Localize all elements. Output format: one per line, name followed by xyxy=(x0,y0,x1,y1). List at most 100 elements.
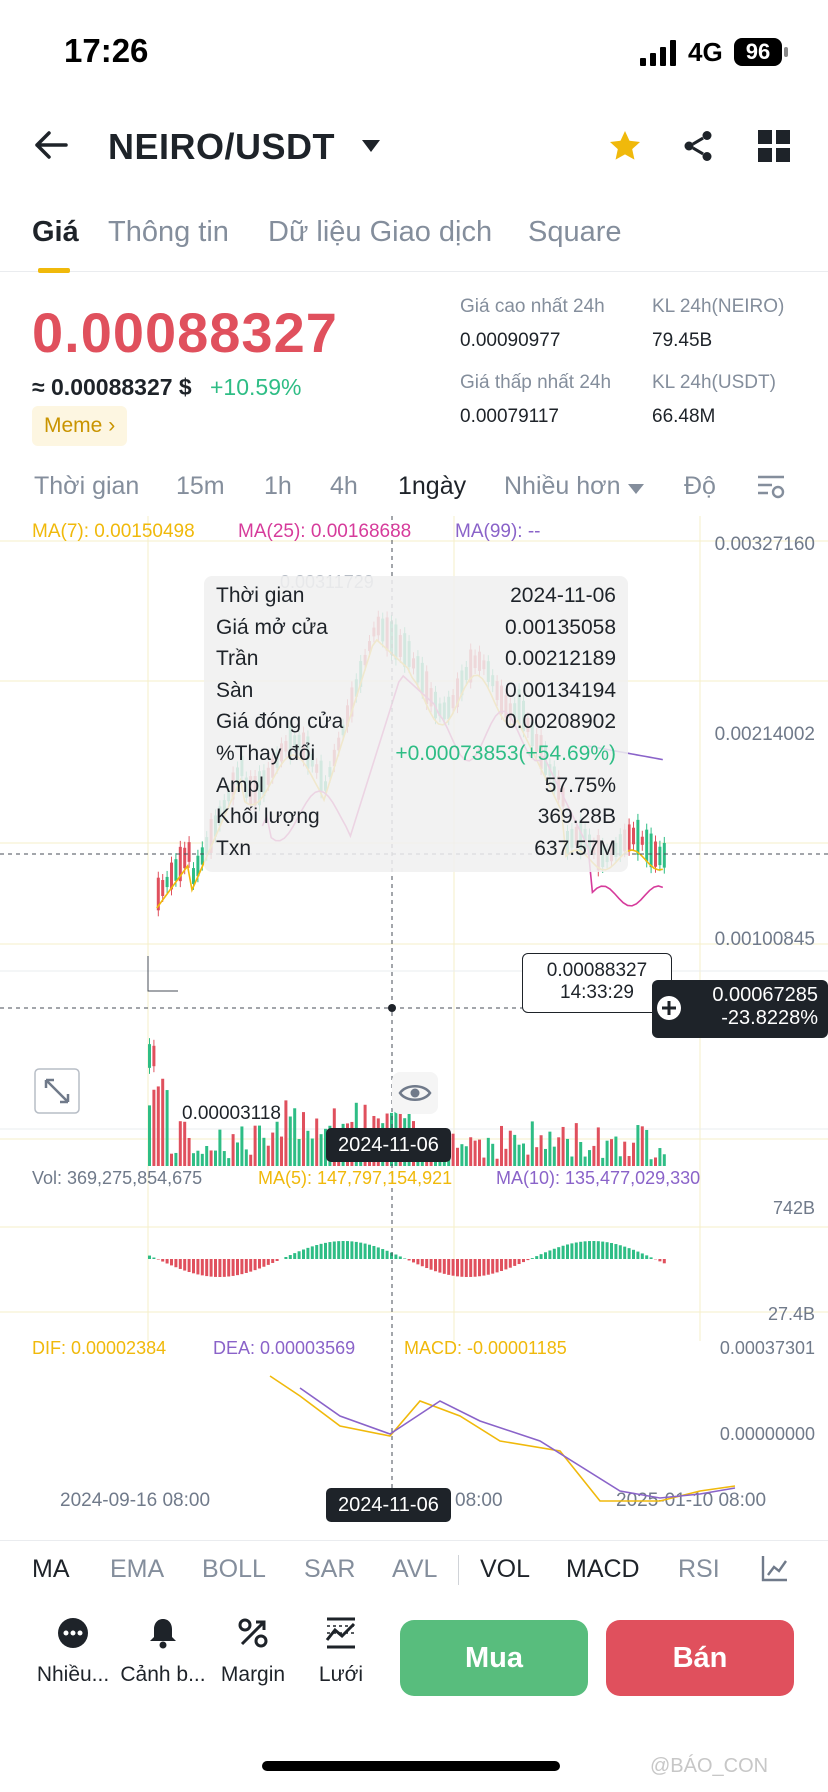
volume-bar xyxy=(486,1137,490,1166)
macd-bar xyxy=(592,1241,596,1259)
chevron-right-icon: › xyxy=(108,414,116,437)
ind-ema[interactable]: EMA xyxy=(110,1555,164,1584)
home-indicator[interactable] xyxy=(262,1761,560,1771)
margin-action[interactable]: Margin xyxy=(208,1616,298,1687)
buy-button[interactable]: Mua xyxy=(400,1620,588,1696)
candle-body xyxy=(645,829,649,862)
tf-more[interactable]: Nhiều hơn xyxy=(504,472,620,501)
macd-bar xyxy=(381,1249,385,1259)
volume-bar xyxy=(535,1147,539,1166)
volume-bar xyxy=(178,1121,182,1166)
tooltip-key: Sàn xyxy=(216,678,254,702)
macd-bar xyxy=(636,1251,640,1259)
tf-4h[interactable]: 4h xyxy=(330,472,358,501)
back-arrow-icon[interactable] xyxy=(34,130,68,160)
tf-1d[interactable]: 1ngày xyxy=(398,472,466,501)
crosshair-date-bottom: 2024-11-06 xyxy=(326,1488,451,1522)
volume-bar xyxy=(623,1141,627,1166)
volume-bar xyxy=(645,1129,649,1166)
volume-bar xyxy=(548,1131,552,1166)
ind-vol[interactable]: VOL xyxy=(480,1555,530,1584)
volume-bar xyxy=(187,1137,191,1166)
expand-icon[interactable] xyxy=(34,1068,80,1114)
caret-down-icon xyxy=(628,484,644,494)
tab-info[interactable]: Thông tin xyxy=(108,216,229,249)
macd-bar xyxy=(614,1244,618,1259)
tf-1h[interactable]: 1h xyxy=(264,472,292,501)
macd-bar xyxy=(539,1254,543,1259)
grid-action[interactable]: Lưới xyxy=(296,1616,386,1687)
volume-bar xyxy=(526,1154,530,1166)
tooltip-value: +0.00073853(+54.69%) xyxy=(395,742,616,765)
ind-boll[interactable]: BOLL xyxy=(202,1555,266,1584)
tf-15m[interactable]: 15m xyxy=(176,472,225,501)
volume-bar xyxy=(610,1139,613,1166)
ind-avl[interactable]: AVL xyxy=(392,1555,437,1584)
volume-bar xyxy=(504,1148,508,1166)
volume-bar xyxy=(266,1145,270,1166)
volume-bar xyxy=(288,1116,292,1166)
ind-macd[interactable]: MACD xyxy=(566,1555,640,1584)
indicator-divider xyxy=(458,1555,459,1585)
tab-price[interactable]: Giá xyxy=(32,216,79,249)
indicator-settings-icon[interactable] xyxy=(760,1553,790,1583)
meme-tag[interactable]: Meme › xyxy=(32,406,128,446)
pair-title[interactable]: NEIRO/USDT xyxy=(108,126,335,168)
macd-bar xyxy=(649,1257,653,1259)
vol-ma5-label: MA(5): 147,797,154,921 xyxy=(258,1168,452,1188)
chart-settings-icon[interactable] xyxy=(756,472,786,502)
macd-bar xyxy=(161,1259,165,1262)
volume-bar xyxy=(293,1108,297,1166)
candle-body xyxy=(636,819,640,855)
macd-bar xyxy=(319,1243,323,1259)
macd-bar xyxy=(174,1259,178,1268)
macd-bar xyxy=(500,1259,503,1271)
ind-ma[interactable]: MA xyxy=(32,1555,70,1584)
dif-label: DIF: 0.00002384 xyxy=(32,1338,166,1358)
more-action[interactable]: Nhiều... xyxy=(28,1616,118,1687)
tab-square[interactable]: Square xyxy=(528,216,622,249)
macd-bar xyxy=(359,1242,363,1259)
macd-bar xyxy=(350,1241,354,1259)
macd-bar xyxy=(640,1253,644,1259)
volume-bar xyxy=(530,1121,534,1166)
volume-bar xyxy=(209,1150,213,1166)
macd-bar xyxy=(486,1259,490,1275)
last-price-tag-value: 0.00088327 xyxy=(546,960,648,981)
axis-low-label: 0.00100845 xyxy=(715,929,815,950)
macd-bar xyxy=(354,1241,358,1259)
volume-bar xyxy=(460,1144,464,1166)
tooltip-row: Giá mở cửa 0.00135058 xyxy=(216,616,616,647)
tooltip-value: 2024-11-06 xyxy=(510,584,616,607)
alert-action[interactable]: Cảnh b... xyxy=(118,1616,208,1687)
macd-bar xyxy=(456,1259,459,1277)
macd-bar xyxy=(473,1259,477,1277)
tf-depth[interactable]: Độ xyxy=(684,472,716,501)
volume-bar xyxy=(654,1157,657,1166)
volume-bar xyxy=(280,1136,283,1166)
ind-sar[interactable]: SAR xyxy=(304,1555,355,1584)
candle-body xyxy=(192,868,195,884)
macd-bar xyxy=(183,1259,187,1271)
eye-icon[interactable] xyxy=(392,1072,438,1114)
sell-button[interactable]: Bán xyxy=(606,1620,794,1696)
volume-bar xyxy=(508,1130,512,1166)
axis-top-label: 0.00327160 xyxy=(715,534,815,555)
candle-body xyxy=(152,1045,156,1067)
candle-body xyxy=(183,847,187,869)
date-left: 2024-09-16 08:00 xyxy=(60,1490,210,1511)
tf-time[interactable]: Thời gian xyxy=(34,472,139,501)
plus-circle-icon[interactable] xyxy=(654,993,684,1023)
volume-bar xyxy=(566,1138,569,1166)
ind-rsi[interactable]: RSI xyxy=(678,1555,720,1584)
last-price-tag[interactable]: 0.00088327 14:33:29 xyxy=(522,953,672,1013)
volume-bar xyxy=(592,1145,596,1166)
macd-bar xyxy=(561,1245,565,1259)
macd-bar xyxy=(249,1259,253,1272)
caret-down-icon[interactable] xyxy=(362,140,380,152)
star-icon[interactable] xyxy=(607,128,643,164)
macd-bar xyxy=(231,1259,235,1276)
tab-trading-data[interactable]: Dữ liệu Giao dịch xyxy=(268,216,492,249)
share-icon[interactable] xyxy=(680,128,716,164)
grid-icon[interactable] xyxy=(758,130,790,162)
